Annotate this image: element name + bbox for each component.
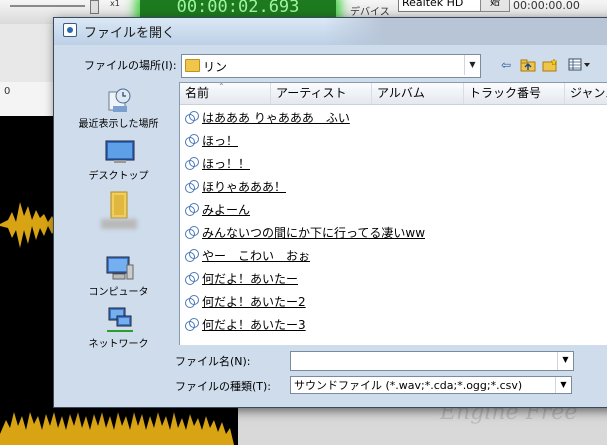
device-select[interactable]: Realtek HD [398,0,481,12]
file-list[interactable]: 名前 ⌃ アーティスト アルバム トラック番号 ジャンル はあああ りゃあああ ふ… [179,82,607,345]
chevron-down-icon[interactable]: ▼ [557,352,573,370]
sound-file-icon [185,111,199,125]
column-genre[interactable]: ジャンル [565,83,607,104]
chevron-down-icon[interactable]: ▼ [555,377,571,393]
views-menu-icon[interactable] [566,56,594,74]
time-readout: 00:00:00.00 [513,0,580,12]
place-label-desktop: デスクトップ [88,171,149,182]
file-row[interactable]: 何だよ！あいたー3 [185,314,306,336]
computer-icon [105,254,133,280]
sound-file-icon [185,318,199,332]
filename-label: ファイル名(N): [175,355,251,368]
filename-input[interactable]: ▼ [290,351,574,371]
file-row[interactable]: ほっ！ [185,130,238,152]
desktop-icon [105,138,134,164]
places-bar: 最近表示した場所 デスクトップ コンピュータ ネットワーク [66,82,171,350]
file-name: ほりゃあああ！ [202,180,287,194]
location-combobox[interactable]: リン ▼ [181,54,481,78]
place-user[interactable] [66,190,171,232]
column-album[interactable]: アルバム [372,83,464,104]
location-value: リン [203,60,228,74]
file-name: ほっ！！ [202,157,251,171]
place-label-recent: 最近表示した場所 [78,119,159,130]
recent-places-icon [105,86,133,112]
place-label-network: ネットワーク [88,339,149,350]
network-icon [105,306,133,332]
file-row[interactable]: みんないつの間にか下に行ってる凄いww [185,222,425,244]
dialog-title: ファイルを開く [84,26,176,41]
place-network[interactable]: ネットワーク [66,306,171,350]
place-recent[interactable]: 最近表示した場所 [66,86,171,130]
filetype-select[interactable]: サウンドファイル (*.wav;*.cda;*.ogg;*.csv) ▼ [290,376,572,394]
sound-file-icon [185,226,199,240]
dialog-titlebar[interactable]: ファイルを開く [54,18,607,45]
file-row[interactable]: 何だよ！あいたー [185,268,298,290]
filetype-value: サウンドファイル (*.wav;*.cda;*.ogg;*.csv) [294,379,523,392]
zoom-label: x1 [110,0,120,8]
zoom-slider-thumb[interactable] [90,0,99,14]
sound-file-icon [185,134,199,148]
device-label: デバイス [350,7,390,18]
ruler-start: 0 [4,86,11,97]
column-track[interactable]: トラック番号 [464,83,565,104]
place-label-user [66,219,171,232]
place-computer[interactable]: コンピュータ [66,254,171,298]
column-header: 名前 ⌃ アーティスト アルバム トラック番号 ジャンル [180,83,607,105]
sound-file-icon [185,157,199,171]
blurred-background-strip [324,18,607,45]
sound-file-icon [185,203,199,217]
sound-file-icon [185,272,199,286]
place-desktop[interactable]: デスクトップ [66,138,171,182]
location-label: ファイルの場所(I): [84,59,177,72]
file-row[interactable]: 何だよ！あいたー2 [185,291,306,313]
chevron-down-icon[interactable]: ▼ [464,55,480,75]
file-name: ほっ！ [202,134,239,148]
filetype-label: ファイルの種類(T): [175,380,272,393]
open-file-dialog: ファイルを開く ファイルの場所(I): リン ▼ ⇦ 最近表示した場所 デスクト… [53,17,607,408]
column-name[interactable]: 名前 ⌃ [180,83,271,104]
user-folder-icon [105,190,133,219]
file-row[interactable]: ほりゃあああ！ [185,176,286,198]
column-name-label: 名前 [185,86,210,100]
file-row[interactable]: みよーん [185,199,250,221]
file-name: 何だよ！あいたー2 [202,295,306,309]
sort-caret-icon: ⌃ [218,83,225,91]
start-button[interactable]: 始 [480,0,510,12]
place-label-computer: コンピュータ [88,287,149,298]
zoom-slider-track[interactable] [10,5,85,7]
file-row[interactable]: はあああ りゃあああ ふい [185,107,350,129]
column-artist[interactable]: アーティスト [271,83,372,104]
folder-up-icon[interactable] [519,56,537,74]
file-row[interactable]: やー こわい おぉ [185,245,310,267]
file-name: 何だよ！あいたー3 [202,318,306,332]
waveform-bottom [0,412,234,445]
file-name: はあああ りゃあああ ふい [202,111,350,125]
sound-file-icon [185,180,199,194]
waveform-top [0,202,56,248]
file-name: みんないつの間にか下に行ってる凄いww [202,226,426,240]
file-name: みよーん [202,203,251,217]
file-name: やー こわい おぉ [202,249,311,263]
folder-icon [185,59,200,72]
file-row[interactable]: ほっ！！ [185,153,250,175]
file-name: 何だよ！あいたー [202,272,299,286]
new-folder-icon[interactable] [541,56,559,74]
app-icon [63,23,77,37]
sound-file-icon [185,249,199,263]
sound-file-icon [185,295,199,309]
back-arrow-icon[interactable]: ⇦ [497,56,515,74]
